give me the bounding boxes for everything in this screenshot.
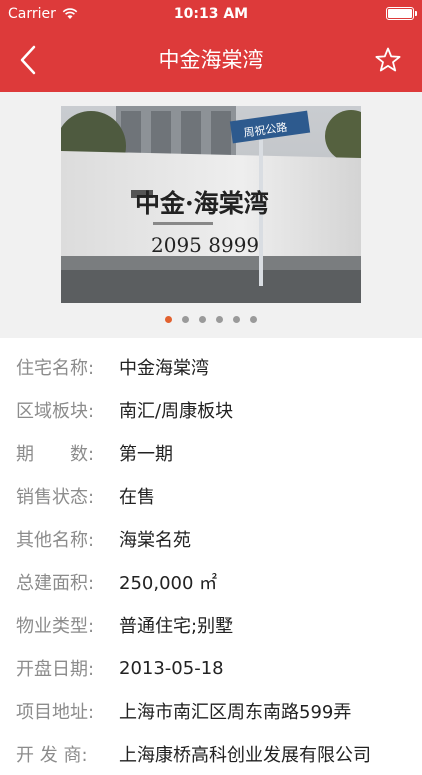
info-row: 总建面积: 250,000 ㎡ [0,561,422,603]
info-label: 开 发 商: [16,745,88,766]
info-label: 物业类型: [16,616,95,637]
info-value: 普通住宅;别墅 [119,616,234,637]
info-label: 区域板块: [16,401,95,422]
project-photo-image: 周祝公路 中金·海棠湾 2095 8999 [61,106,361,303]
page-dot[interactable] [216,316,223,323]
info-value: 2013-05-18 [119,657,224,679]
info-row: 开盘日期: 2013-05-18 [0,647,422,689]
info-value: 上海市南汇区周东南路599弄 [119,702,352,723]
info-label: 销售状态: [16,487,95,508]
favorite-button[interactable] [366,38,410,82]
info-row: 其他名称: 海棠名苑 [0,518,422,560]
info-label: 项目地址: [16,702,95,723]
back-chevron-icon [20,45,36,75]
info-value: 南汇/周康板块 [119,401,234,422]
info-row: 物业类型: 普通住宅;别墅 [0,604,422,646]
info-value: 第一期 [119,444,173,465]
battery-icon [386,7,417,20]
page-indicator [0,316,422,323]
project-photo[interactable]: 周祝公路 中金·海棠湾 2095 8999 [61,106,361,303]
page-dot[interactable] [233,316,240,323]
page-dot[interactable] [165,316,172,323]
info-label: 开盘日期: [16,659,95,680]
info-value: 250,000 ㎡ [119,573,218,594]
info-value: 中金海棠湾 [119,358,209,379]
nav-bar: 中金海棠湾 [0,30,422,90]
info-value: 上海康桥高科创业发展有限公司 [119,745,371,766]
page-dot[interactable] [250,316,257,323]
page-dot[interactable] [182,316,189,323]
image-gallery[interactable]: 周祝公路 中金·海棠湾 2095 8999 [0,92,422,338]
sign-phone: 2095 8999 [151,233,259,257]
info-row: 销售状态: 在售 [0,475,422,517]
info-row: 项目地址: 上海市南汇区周东南路599弄 [0,690,422,732]
star-icon [375,47,401,72]
back-button[interactable] [6,38,50,82]
status-time: 10:13 AM [173,6,249,22]
info-label: 住宅名称: [16,358,95,379]
info-row: 期 数: 第一期 [0,432,422,474]
sign-title: 中金·海棠湾 [135,189,269,218]
app-header: Carrier 10:13 AM 中金海棠湾 [0,0,422,92]
info-value: 海棠名苑 [119,530,191,551]
info-value: 在售 [119,487,155,508]
info-label: 总建面积: [16,573,95,594]
page-title: 中金海棠湾 [158,48,264,72]
status-bar: Carrier 10:13 AM [0,0,422,30]
info-label: 其他名称: [16,530,95,551]
info-label: 期 数: [16,444,95,465]
info-row: 开 发 商: 上海康桥高科创业发展有限公司 [0,733,422,775]
info-row: 区域板块: 南汇/周康板块 [0,389,422,431]
page-dot[interactable] [199,316,206,323]
info-row: 住宅名称: 中金海棠湾 [0,346,422,388]
